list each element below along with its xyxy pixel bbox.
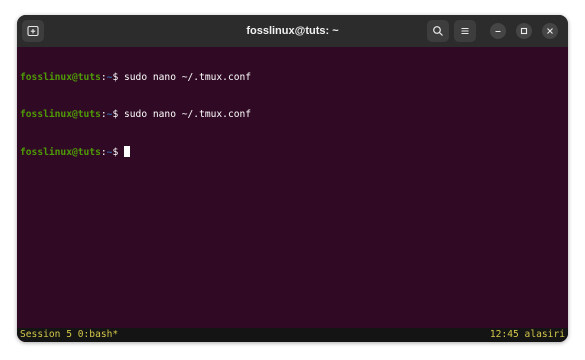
tmux-clock-host: 12:45 alasiri xyxy=(489,329,565,340)
tmux-session-label: Session 5 0:bash* xyxy=(20,329,119,340)
maximize-button[interactable] xyxy=(516,23,532,39)
terminal-window: fosslinux@tuts: ~ fosslinux@tuts:~$ sudo… xyxy=(17,15,568,342)
terminal-line: fosslinux@tuts:~$ sudo nano ~/.tmux.conf xyxy=(20,109,565,121)
search-icon xyxy=(433,26,443,36)
close-button[interactable] xyxy=(542,23,558,39)
scrollbar[interactable] xyxy=(562,47,568,342)
hamburger-menu-icon xyxy=(461,27,469,35)
title-bar[interactable]: fosslinux@tuts: ~ xyxy=(17,15,568,47)
command-text: sudo nano ~/.tmux.conf xyxy=(118,109,252,121)
terminal-output[interactable]: fosslinux@tuts:~$ sudo nano ~/.tmux.conf… xyxy=(17,47,565,330)
prompt-user: fosslinux@tuts xyxy=(20,71,101,83)
menu-button[interactable] xyxy=(454,20,476,42)
command-text: sudo nano ~/.tmux.conf xyxy=(118,71,252,83)
terminal-line: fosslinux@tuts:~$ xyxy=(20,146,565,158)
window-title: fosslinux@tuts: ~ xyxy=(246,25,339,37)
terminal-line: fosslinux@tuts:~$ sudo nano ~/.tmux.conf xyxy=(20,72,565,84)
prompt-user: fosslinux@tuts xyxy=(20,147,101,159)
minimize-button[interactable] xyxy=(490,23,506,39)
tmux-status-bar: Session 5 0:bash* 12:45 alasiri xyxy=(17,328,568,342)
minimize-icon xyxy=(495,30,501,33)
maximize-icon xyxy=(520,27,528,35)
search-button[interactable] xyxy=(427,20,449,42)
prompt-user: fosslinux@tuts xyxy=(20,109,101,121)
close-icon xyxy=(547,28,553,34)
text-cursor xyxy=(124,146,130,158)
